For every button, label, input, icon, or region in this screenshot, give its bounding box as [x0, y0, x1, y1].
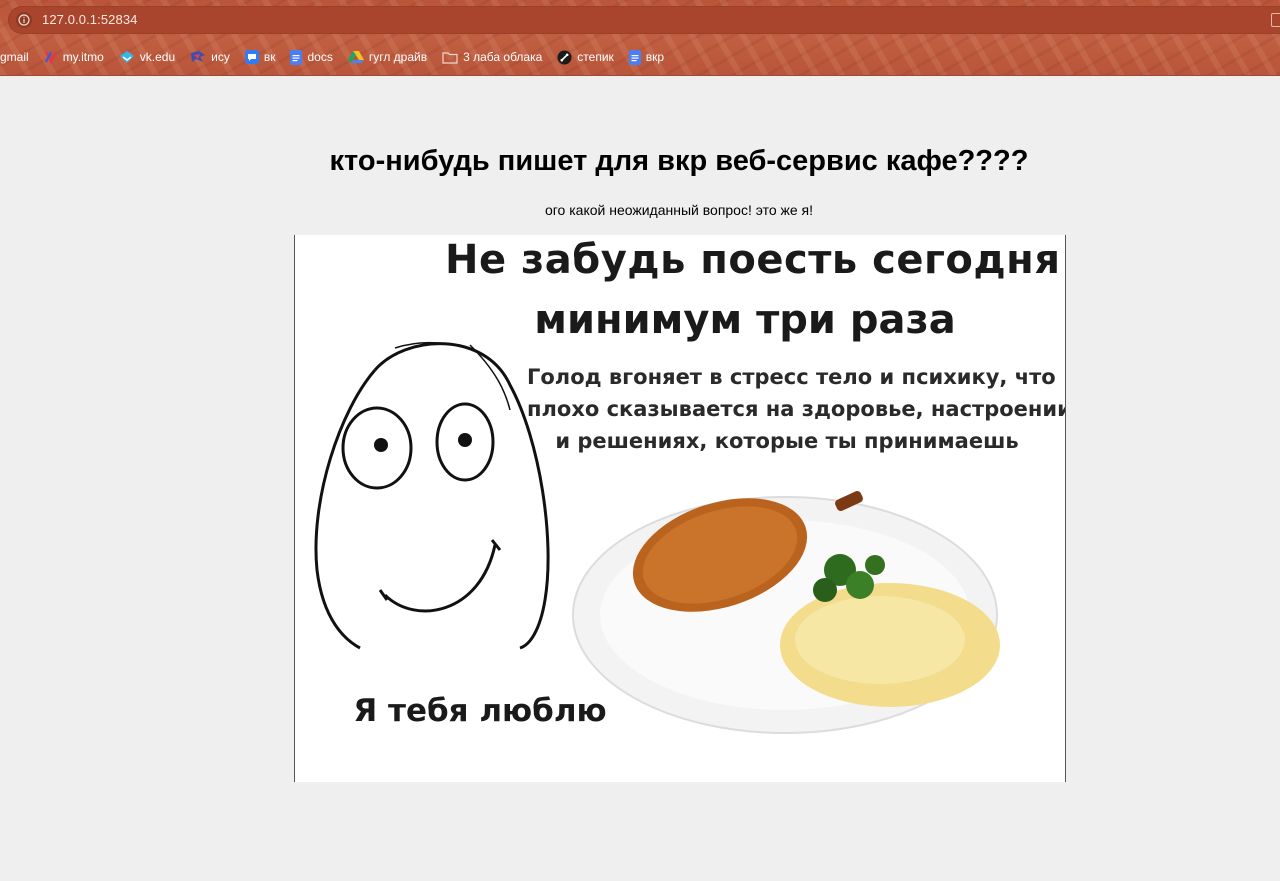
tab-edge-icon [1271, 13, 1280, 27]
bookmark-label: my.itmo [62, 50, 104, 64]
bookmark-vk-edu[interactable]: vk.edu [119, 46, 175, 68]
meme-body-line3: и решениях, которые ты принимаешь [555, 429, 1019, 453]
address-bar[interactable] [8, 6, 1280, 34]
folder-icon [442, 51, 458, 64]
bookmark-label: вкр [645, 50, 665, 64]
bookmark-label: docs [307, 50, 333, 64]
meme-image: Не забудь поесть сегодня минимум три раз… [294, 235, 1066, 782]
docs-icon [290, 49, 303, 65]
bookmark-label: гугл драйв [368, 50, 428, 64]
meme-headline-line1: Не забудь поесть сегодня [445, 237, 1061, 283]
meme-body-line2: плохо сказывается на здоровье, настроени… [527, 397, 1066, 421]
bookmark-label: gmail [0, 50, 29, 64]
isu-icon [191, 51, 206, 62]
docs-icon [628, 49, 641, 65]
browser-toolbar: 127.0.0.1:52834 gmail my.itmo vk.edu ису… [0, 0, 1280, 76]
bookmark-my-itmo[interactable]: my.itmo [44, 46, 104, 68]
bookmark-vkr[interactable]: вкр [628, 46, 665, 68]
meme-caption: Я тебя люблю [353, 693, 607, 729]
bookmark-lab3-cloud[interactable]: 3 лаба облака [442, 46, 542, 68]
bookmark-gmail[interactable]: gmail [0, 46, 29, 68]
food-plate-illustration [572, 490, 1000, 734]
site-info-icon[interactable] [16, 12, 32, 28]
meme-body-line1: Голод вгоняет в стресс тело и психику, ч… [527, 365, 1056, 389]
page-subtitle: ого какой неожиданный вопрос! это же я! [544, 202, 814, 218]
bookmark-stepik[interactable]: степик [557, 46, 614, 68]
bookmark-label: ису [211, 50, 230, 64]
bookmark-label: степик [577, 50, 614, 64]
bookmark-label: 3 лаба облака [463, 50, 543, 64]
vk-edu-icon [119, 51, 134, 63]
bookmark-google-drive[interactable]: гугл драйв [347, 46, 428, 68]
bookmarks-bar: gmail my.itmo vk.edu ису вк docs гугл др… [0, 46, 679, 68]
url-text[interactable]: 127.0.0.1:52834 [42, 12, 137, 27]
bookmark-label: вк [263, 50, 276, 64]
bookmark-label: vk.edu [139, 50, 176, 64]
bookmark-vk[interactable]: вк [244, 46, 276, 68]
bookmark-isu[interactable]: ису [190, 46, 230, 68]
chat-icon [244, 50, 259, 64]
stepik-icon [557, 50, 572, 64]
bookmark-docs[interactable]: docs [290, 46, 333, 68]
page-title: кто-нибудь пишет для вкр веб-сервис кафе… [329, 145, 1029, 177]
drive-icon [347, 51, 364, 63]
rage-face-illustration [314, 341, 550, 650]
itmo-icon [44, 51, 57, 64]
